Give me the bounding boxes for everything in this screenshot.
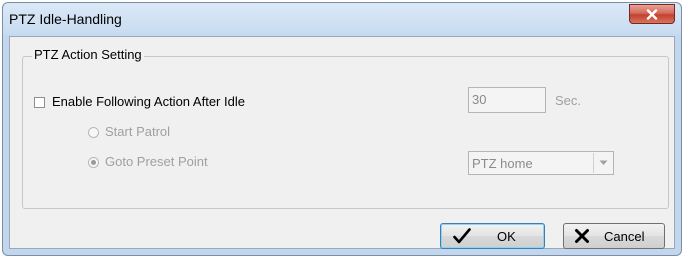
preset-point-select[interactable]: PTZ home: [468, 151, 614, 175]
idle-time-unit: Sec.: [555, 93, 582, 108]
window-title: PTZ Idle-Handling: [9, 11, 122, 27]
idle-time-input[interactable]: 30: [468, 87, 546, 113]
ok-label: OK: [497, 229, 516, 244]
start-patrol-label[interactable]: Start Patrol: [105, 124, 170, 139]
title-bar[interactable]: PTZ Idle-Handling: [3, 3, 681, 36]
enable-idle-label[interactable]: Enable Following Action After Idle: [52, 94, 245, 109]
preset-point-value: PTZ home: [472, 156, 533, 171]
start-patrol-radio[interactable]: [88, 127, 99, 138]
close-icon: [646, 8, 658, 20]
checkmark-icon: [453, 228, 471, 244]
x-icon: [575, 229, 589, 243]
cancel-button[interactable]: Cancel: [563, 223, 665, 249]
goto-preset-label[interactable]: Goto Preset Point: [105, 154, 208, 169]
dialog-body: PTZ Action Setting Enable Following Acti…: [9, 36, 675, 249]
chevron-down-icon[interactable]: [593, 153, 612, 173]
enable-idle-checkbox[interactable]: [34, 97, 45, 108]
group-legend: PTZ Action Setting: [32, 47, 144, 62]
close-button[interactable]: [629, 4, 675, 24]
dialog-window: PTZ Idle-Handling PTZ Action Setting Ena…: [2, 2, 682, 256]
ok-button[interactable]: OK: [440, 223, 545, 249]
goto-preset-radio[interactable]: [88, 157, 99, 168]
radio-selected-dot: [91, 160, 96, 165]
cancel-label: Cancel: [604, 229, 645, 244]
